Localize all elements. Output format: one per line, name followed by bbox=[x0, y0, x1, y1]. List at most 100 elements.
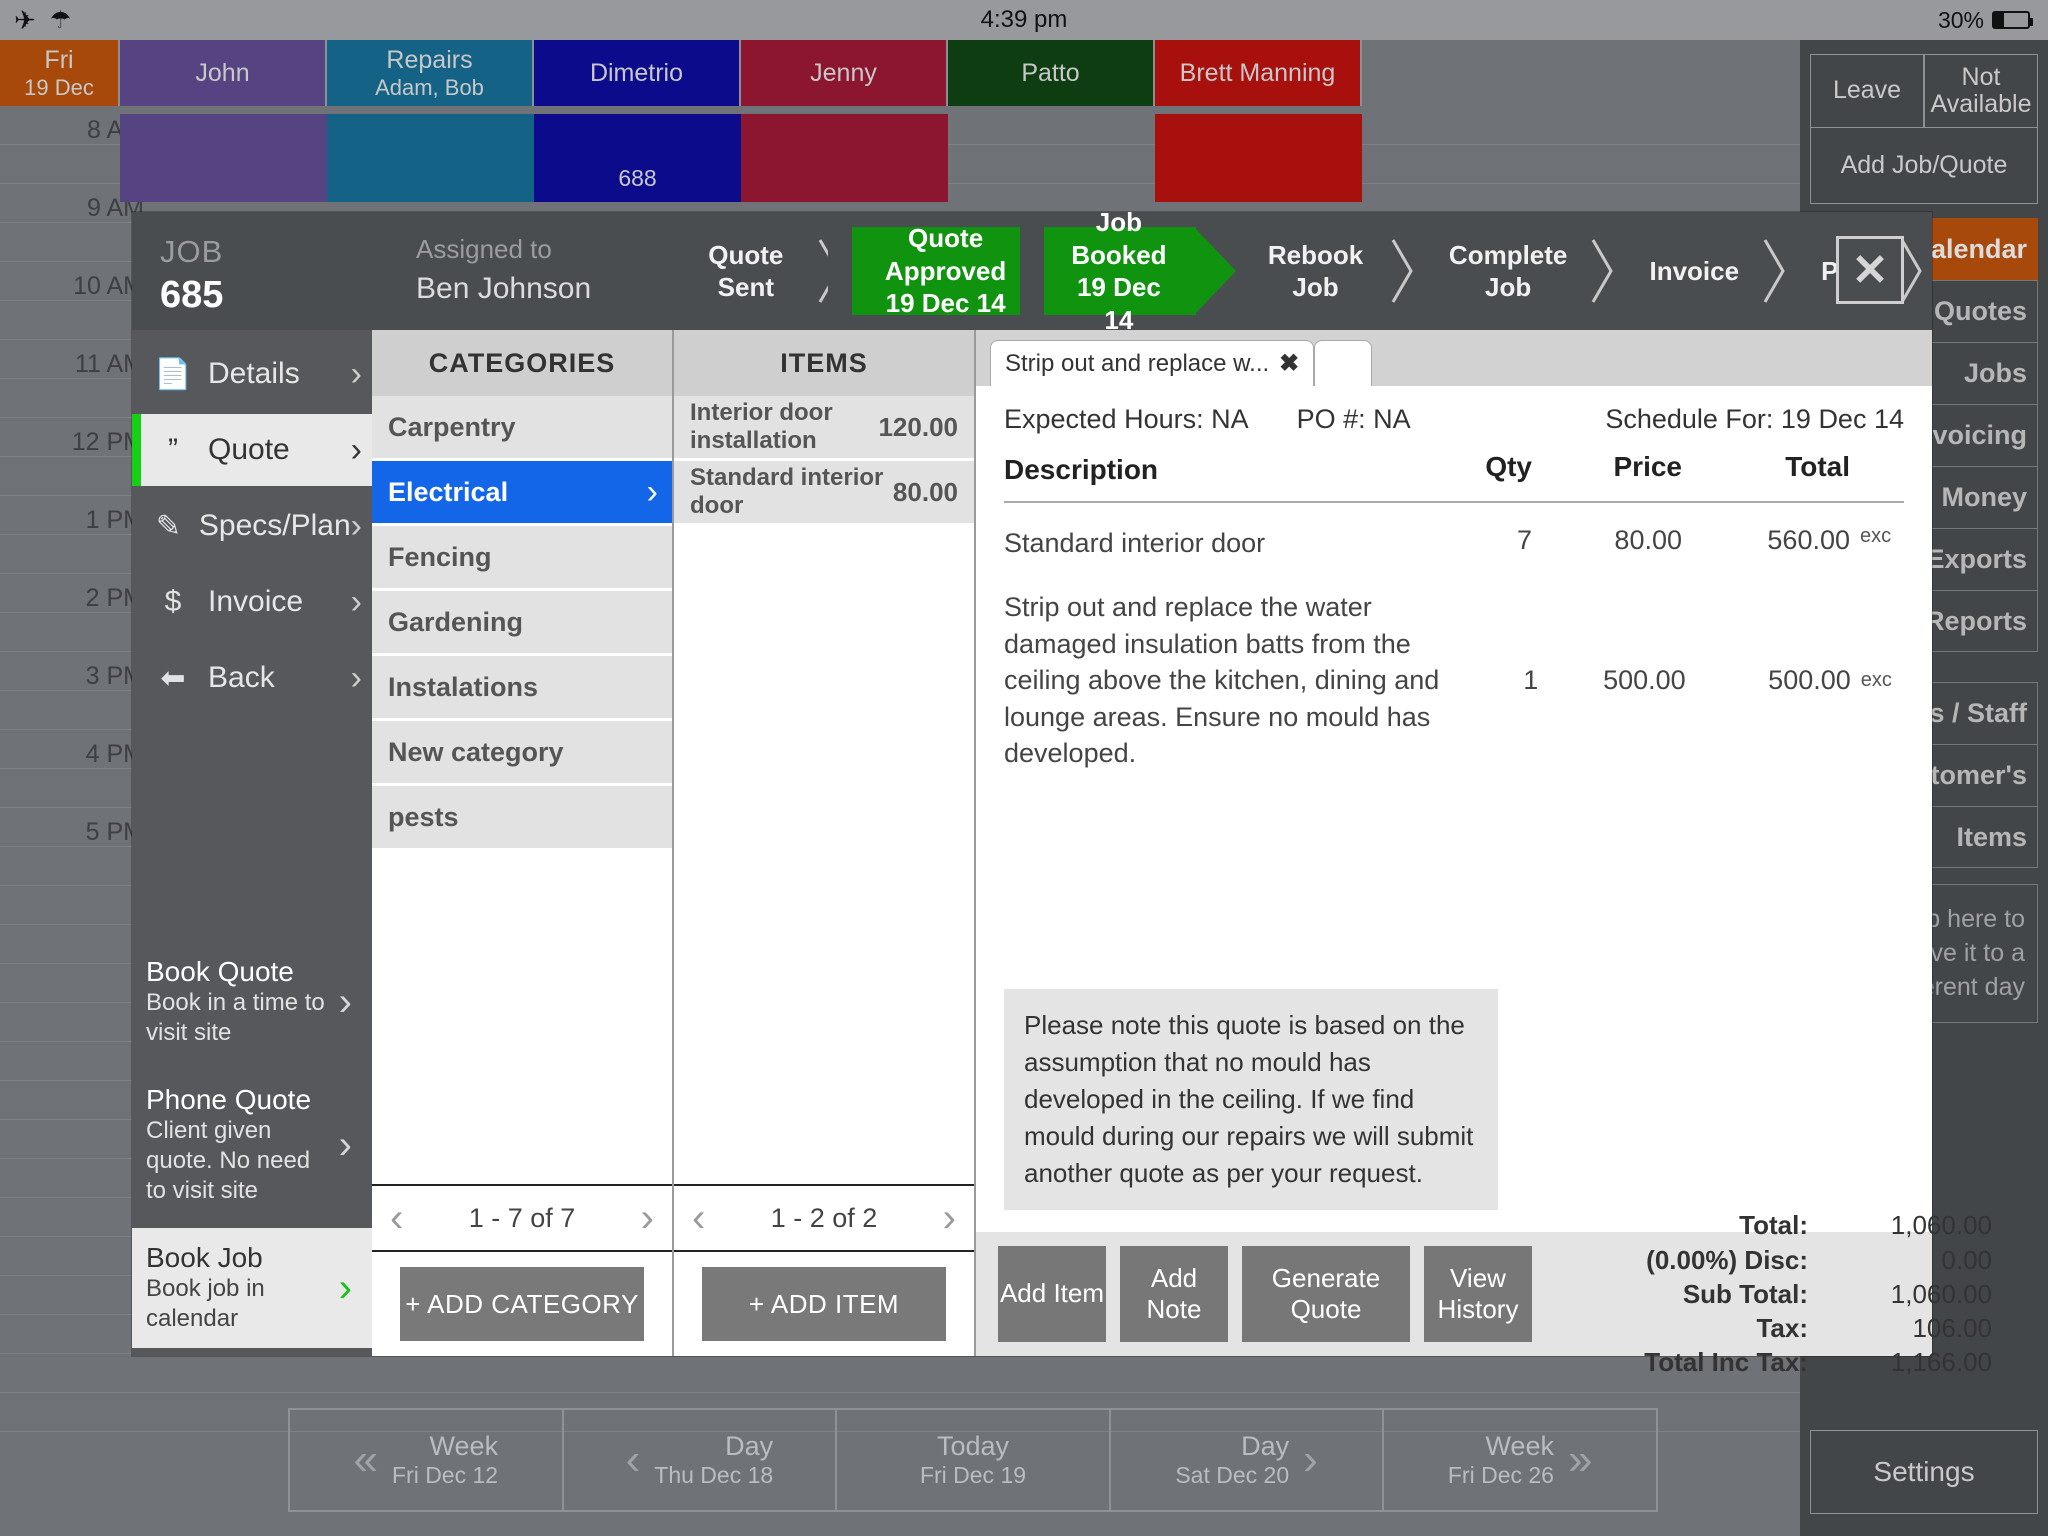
calendar-event[interactable] bbox=[327, 114, 534, 202]
item-row[interactable]: Interior door installation 120.00 bbox=[674, 396, 974, 458]
add-job-quote-button[interactable]: Add Job/Quote bbox=[1810, 128, 2038, 204]
double-chevron-right-icon[interactable]: » bbox=[1568, 1438, 1592, 1482]
category-row[interactable]: Instalations bbox=[372, 656, 672, 718]
modal-left-nav: 📄 Details ›” Quote › ✎ Specs/Plan › $ Invoice › ⬅ Ba… bbox=[132, 330, 372, 1356]
calendar-column-header[interactable]: John bbox=[120, 40, 327, 106]
quote-line-description: Standard interior door bbox=[1004, 527, 1266, 558]
view-history-button[interactable]: View History bbox=[1424, 1246, 1532, 1342]
action-card-subtitle: Client given quote. No need to visit sit… bbox=[146, 1117, 311, 1204]
col-qty: Qty bbox=[1485, 451, 1532, 482]
quote-action-buttons: Add Item Add Note Generate Quote View Histo… bbox=[998, 1246, 1532, 1342]
battery-icon bbox=[1992, 11, 2033, 29]
add-note-button[interactable]: Add Note bbox=[1120, 1246, 1228, 1342]
modal-nav-specs-plan[interactable]: ✎ Specs/Plan › bbox=[132, 490, 372, 562]
document-icon: 📄 bbox=[154, 357, 192, 391]
action-card-phone-quote[interactable]: Phone Quote Client given quote. No need t… bbox=[132, 1070, 372, 1220]
modal-nav-invoice[interactable]: $ Invoice › bbox=[132, 566, 372, 638]
quote-line-row[interactable]: Strip out and replace the water damaged … bbox=[1004, 567, 1904, 777]
item-row[interactable]: Standard interior door 80.00 bbox=[674, 461, 974, 523]
expected-hours-label: Expected Hours: NA bbox=[1004, 404, 1249, 434]
total-label: Total: bbox=[1739, 1210, 1808, 1241]
date-nav-text: Day Sat Dec 20 bbox=[1175, 1430, 1289, 1490]
leave-button[interactable]: Leave bbox=[1810, 54, 1924, 128]
calendar-column-header[interactable]: Dimetrio bbox=[534, 40, 741, 106]
category-name: Electrical bbox=[388, 476, 509, 507]
add-category-button[interactable]: + ADD CATEGORY bbox=[400, 1267, 644, 1341]
category-row[interactable]: New category bbox=[372, 721, 672, 783]
calendar-column-title: Patto bbox=[1021, 58, 1080, 87]
modal-nav-details[interactable]: 📄 Details › bbox=[132, 338, 372, 410]
items-pager-label: 1 - 2 of 2 bbox=[770, 1202, 878, 1233]
modal-nav-quote[interactable]: ” Quote › bbox=[132, 414, 372, 486]
calendar-column-header[interactable]: Jenny bbox=[741, 40, 948, 106]
chevron-right-icon[interactable]: › bbox=[1303, 1438, 1318, 1482]
pipeline-step-invoice[interactable]: Invoice bbox=[1623, 212, 1785, 330]
calendar-column-header[interactable]: Fri 19 Dec bbox=[0, 40, 120, 106]
chevron-right-icon: › bbox=[350, 430, 362, 469]
add-item-wrap: + ADD ITEM bbox=[674, 1252, 974, 1356]
total-value: 1,060.00 bbox=[1890, 1210, 1992, 1241]
generate-quote-button[interactable]: Generate Quote bbox=[1242, 1246, 1410, 1342]
date-nav-sub: Fri Dec 19 bbox=[919, 1462, 1027, 1489]
calendar-column-header[interactable]: Patto bbox=[948, 40, 1155, 106]
pipeline-arrow-icon bbox=[1194, 227, 1237, 315]
calendar-event[interactable] bbox=[1155, 114, 1362, 202]
date-nav-day-left[interactable]: ‹ Day Thu Dec 18 bbox=[564, 1410, 838, 1510]
calendar-event[interactable]: 688 bbox=[534, 114, 741, 202]
pipeline-step-job-booked[interactable]: Job Booked 19 Dec 14 bbox=[1019, 207, 1237, 335]
modal-nav-back[interactable]: ⬅ Back › bbox=[132, 642, 372, 714]
pipeline-step-rebook-job[interactable]: Rebook Job bbox=[1238, 212, 1413, 330]
action-card-book-job[interactable]: Book Job Book job in calendar › bbox=[132, 1228, 372, 1348]
date-nav-main: Day bbox=[725, 1431, 774, 1461]
items-header: ITEMS bbox=[674, 330, 974, 396]
pipeline-step-complete-job[interactable]: Complete Job bbox=[1423, 212, 1614, 330]
category-row[interactable]: Gardening bbox=[372, 591, 672, 653]
not-available-button[interactable]: Not Available bbox=[1924, 54, 2038, 128]
add-item-button[interactable]: + ADD ITEM bbox=[702, 1267, 946, 1341]
calendar-column-header[interactable]: Repairs Adam, Bob bbox=[327, 40, 534, 106]
close-icon[interactable]: ✕ bbox=[1836, 236, 1904, 304]
pipeline-step-quote-approved[interactable]: Quote Approved 19 Dec 14 bbox=[827, 223, 1082, 318]
category-row[interactable]: Electrical › bbox=[372, 461, 672, 523]
quote-tab-active[interactable]: Strip out and replace w... ✖ bbox=[990, 340, 1315, 386]
schedule-for-label: Schedule For: 19 Dec 14 bbox=[1605, 404, 1904, 434]
calendar-event[interactable] bbox=[741, 114, 948, 202]
pipeline-step-label: Job Booked bbox=[1071, 207, 1167, 270]
date-nav-today-none[interactable]: Today Fri Dec 19 bbox=[837, 1410, 1111, 1510]
action-card-book-quote[interactable]: Book Quote Book in a time to visit site › bbox=[132, 942, 372, 1062]
chevron-right-icon: › bbox=[350, 506, 362, 545]
date-nav-day-right[interactable]: Day Sat Dec 20 › bbox=[1111, 1410, 1385, 1510]
quote-tab-new[interactable] bbox=[1314, 340, 1373, 386]
chevron-right-icon[interactable]: › bbox=[641, 1196, 654, 1241]
pipeline-step-quote-sent[interactable]: Quote Sent bbox=[672, 212, 840, 330]
add-item-button[interactable]: Add Item bbox=[998, 1246, 1106, 1342]
chevron-right-icon: › bbox=[350, 582, 362, 621]
quote-totals: Total: 1,060.00 (0.00%) Disc: 0.00 Sub Total… bbox=[1532, 1208, 1992, 1380]
date-nav-sub: Fri Dec 26 bbox=[1447, 1462, 1554, 1489]
calendar-column-header[interactable]: Brett Manning bbox=[1155, 40, 1362, 106]
battery-percent-label: 30% bbox=[1937, 6, 1984, 33]
categories-pager-label: 1 - 7 of 7 bbox=[468, 1202, 576, 1233]
chevron-left-icon[interactable]: ‹ bbox=[692, 1196, 705, 1241]
calendar-event[interactable] bbox=[120, 114, 327, 202]
close-icon[interactable]: ✖ bbox=[1279, 349, 1299, 378]
date-nav-main: Day bbox=[1241, 1431, 1290, 1461]
calendar-column-title: Jenny bbox=[810, 58, 877, 87]
category-row[interactable]: Fencing bbox=[372, 526, 672, 588]
double-chevron-left-icon[interactable]: « bbox=[354, 1438, 378, 1482]
chevron-right-icon[interactable]: › bbox=[943, 1196, 956, 1241]
category-row[interactable]: pests bbox=[372, 786, 672, 848]
quote-line-qty: 7 bbox=[1516, 524, 1532, 555]
chevron-left-icon[interactable]: ‹ bbox=[390, 1196, 403, 1241]
quote-line-row[interactable]: Standard interior door 7 80.00 560.00 exc bbox=[1004, 503, 1904, 567]
modal-nav-label: Back bbox=[208, 661, 275, 694]
settings-button[interactable]: Settings bbox=[1810, 1430, 2038, 1514]
col-description: Description bbox=[1004, 454, 1159, 485]
dollar-icon: $ bbox=[164, 585, 182, 618]
date-nav-week-right[interactable]: Week Fri Dec 26 » bbox=[1384, 1410, 1656, 1510]
date-nav-week-left[interactable]: « Week Fri Dec 12 bbox=[290, 1410, 564, 1510]
modal-nav-label: Invoice bbox=[208, 585, 304, 618]
date-nav-text: Week Fri Dec 26 bbox=[1448, 1430, 1554, 1490]
category-row[interactable]: Carpentry bbox=[372, 396, 672, 458]
chevron-left-icon[interactable]: ‹ bbox=[626, 1438, 641, 1482]
